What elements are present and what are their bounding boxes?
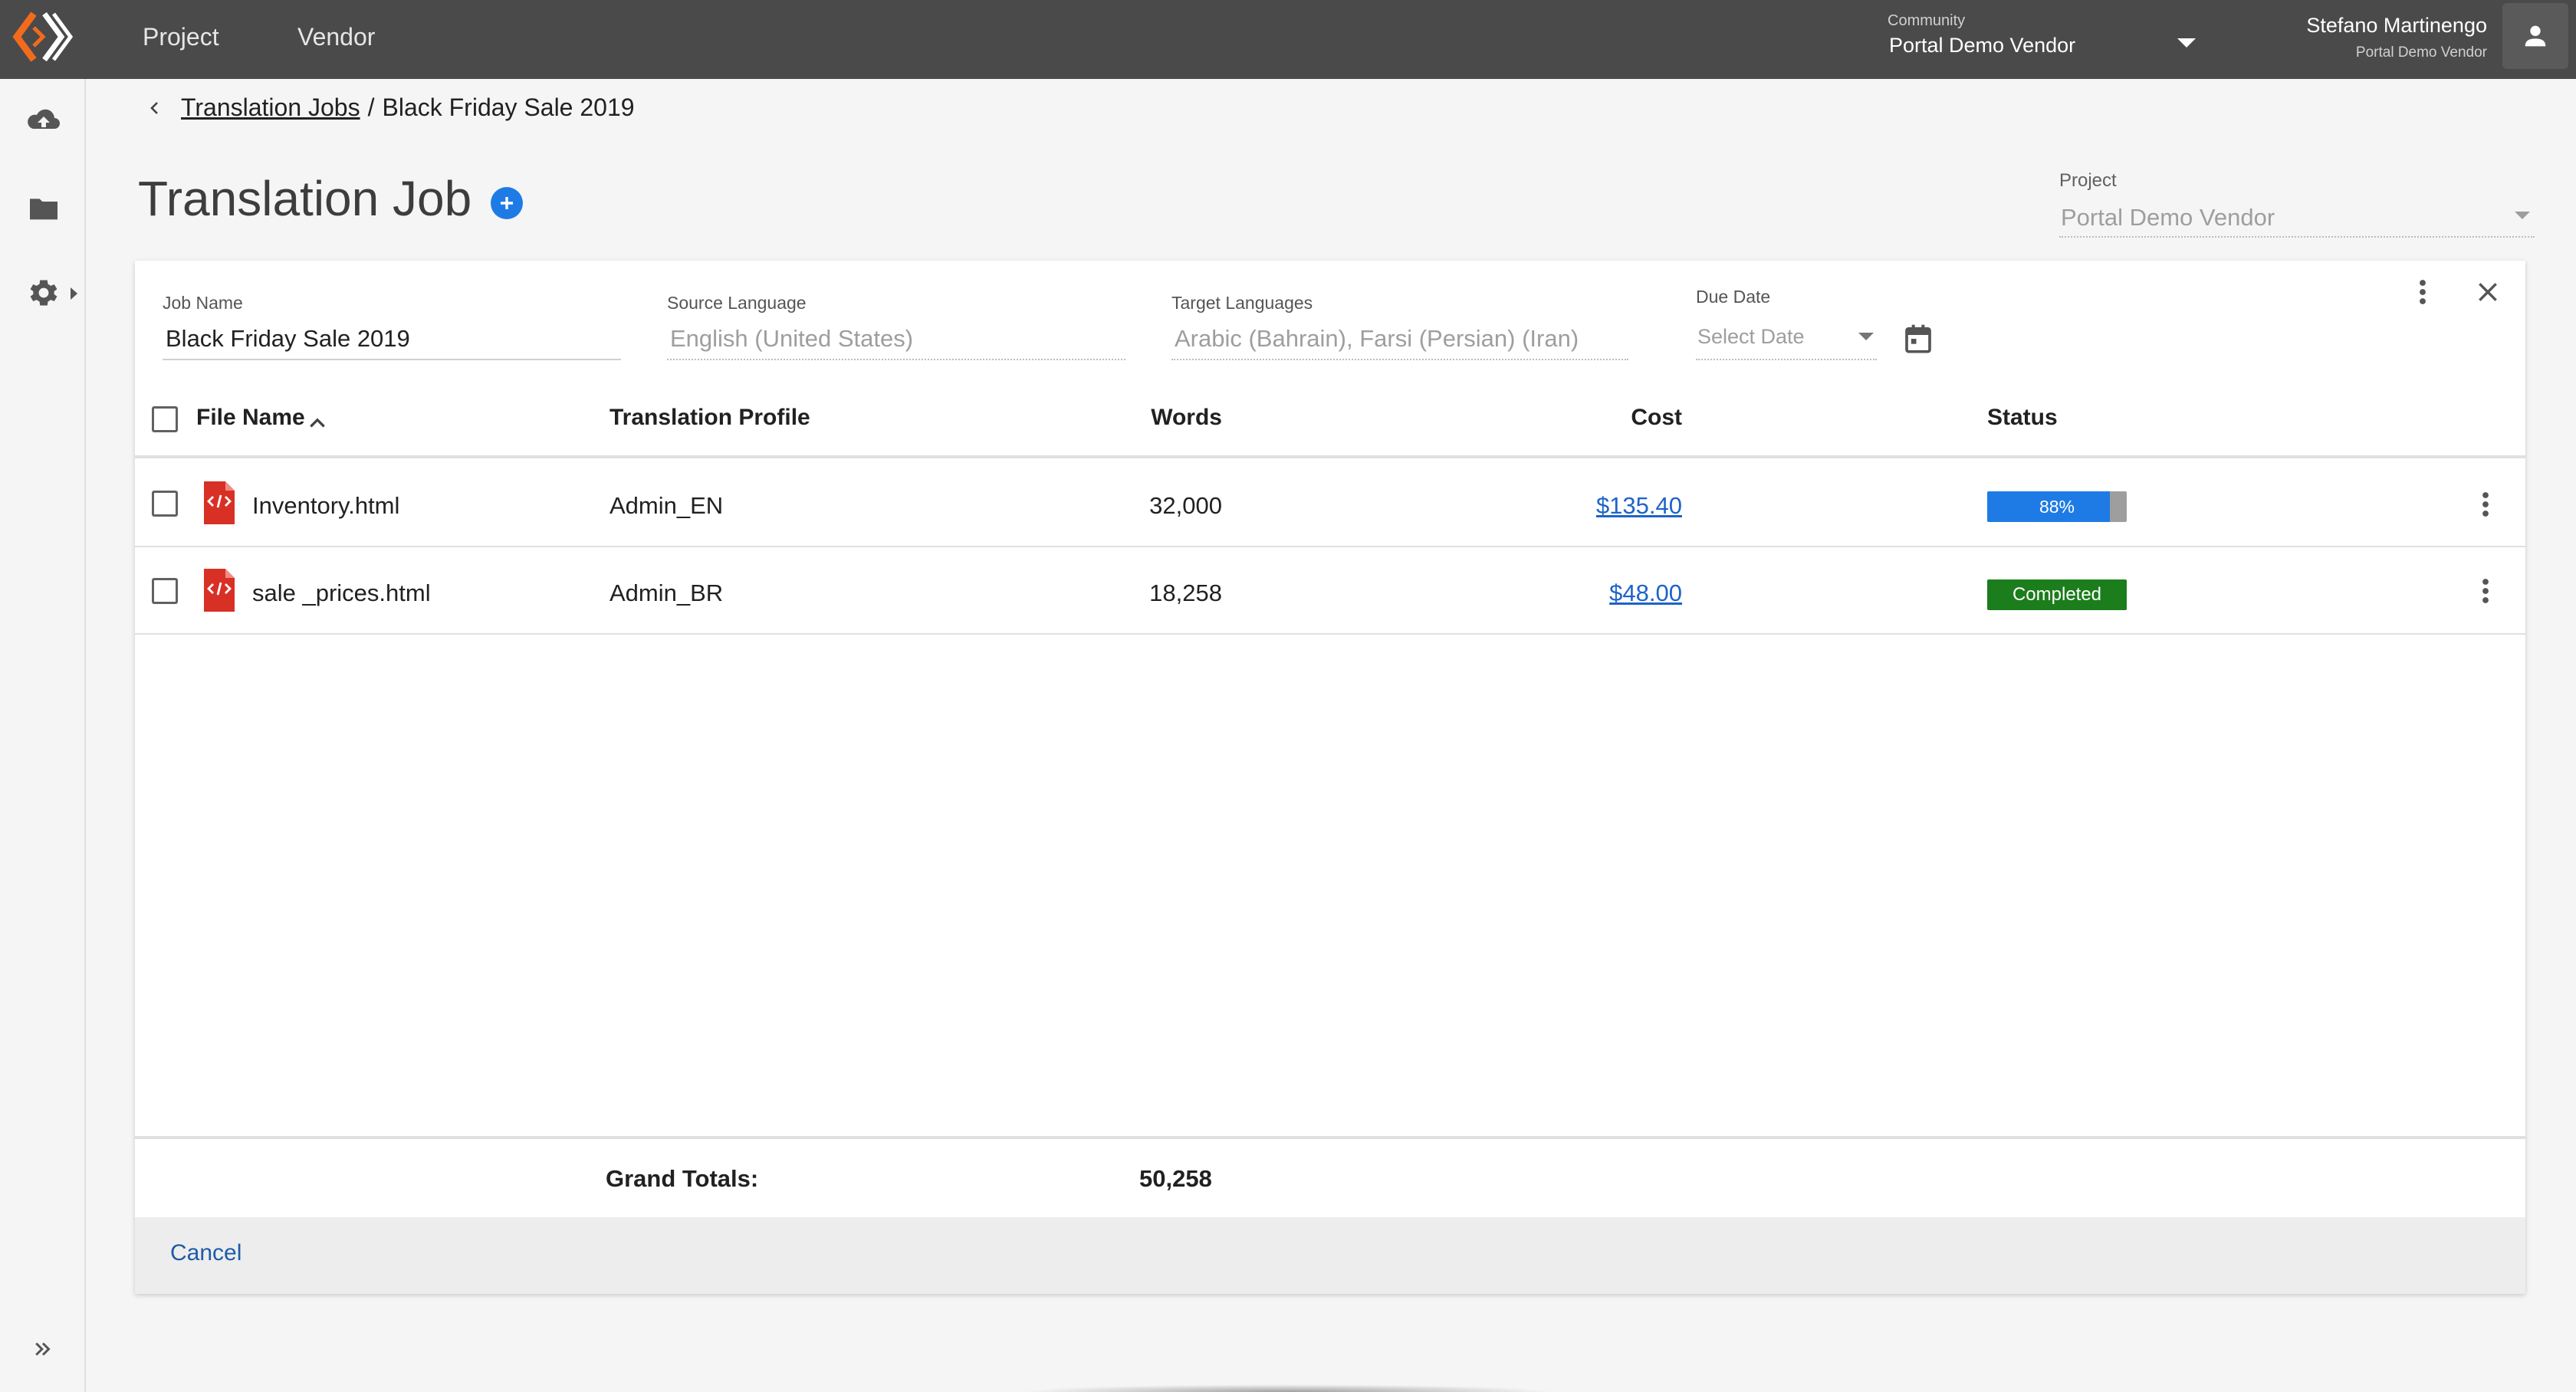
row-checkbox[interactable]	[152, 491, 178, 517]
sort-ascending-icon[interactable]	[305, 411, 330, 434]
word-count: 18,258	[1149, 579, 1222, 606]
nav-project[interactable]: Project	[143, 23, 219, 51]
project-dropdown-icon[interactable]	[2515, 212, 2530, 219]
user-name: Stefano Martinengo	[2306, 14, 2487, 37]
status-progress-bar[interactable]: 88%	[1987, 491, 2127, 522]
plus-icon	[501, 197, 513, 209]
breadcrumb-translation-jobs-link[interactable]: Translation Jobs	[181, 94, 360, 122]
progress-percent: 88%	[2039, 497, 2075, 517]
bottom-edge-shadow	[1020, 1384, 1556, 1392]
due-date-underline	[1696, 359, 1877, 360]
column-header-status[interactable]: Status	[1987, 405, 2058, 431]
due-date-label: Due Date	[1696, 287, 1771, 307]
file-name[interactable]: Inventory.html	[252, 492, 399, 520]
due-date-dropdown-icon[interactable]	[1858, 333, 1874, 340]
cost-link[interactable]: $48.00	[1609, 579, 1682, 606]
top-bar: Project Vendor Community Portal Demo Ven…	[0, 0, 2576, 79]
add-job-button[interactable]	[491, 187, 523, 219]
column-header-file-name[interactable]: File Name	[196, 405, 305, 431]
project-label: Project	[2059, 170, 2117, 191]
project-select-value: Portal Demo Vendor	[2061, 204, 2275, 231]
file-name[interactable]: sale _prices.html	[252, 579, 431, 607]
word-count: 32,000	[1149, 492, 1222, 519]
card-more-options-icon[interactable]	[2407, 273, 2438, 311]
breadcrumb-separator: /	[367, 94, 375, 121]
page-title: Translation Job	[138, 171, 472, 226]
cancel-button[interactable]: Cancel	[170, 1240, 242, 1266]
row-divider	[135, 633, 2525, 635]
row-more-options-icon[interactable]	[2470, 572, 2501, 610]
html-file-icon	[204, 569, 235, 612]
source-language-underline	[667, 359, 1125, 360]
person-icon	[2525, 25, 2546, 47]
select-all-checkbox[interactable]	[152, 406, 178, 432]
calendar-icon[interactable]	[1901, 320, 1935, 357]
card-footer	[135, 1217, 2525, 1294]
cost-cell: $48.00	[1457, 579, 1682, 607]
close-icon[interactable]	[2469, 273, 2507, 311]
job-name-underline	[163, 359, 621, 360]
double-chevron-right-icon[interactable]	[28, 1334, 58, 1364]
target-languages-underline	[1171, 359, 1628, 360]
translation-profile: Admin_EN	[610, 492, 724, 519]
job-name-input[interactable]: Black Friday Sale 2019	[166, 325, 410, 353]
gear-icon[interactable]	[25, 274, 63, 312]
app-logo[interactable]	[11, 5, 75, 69]
user-organization: Portal Demo Vendor	[2355, 44, 2487, 61]
totals-divider	[135, 1136, 2525, 1139]
settings-submenu-caret-icon[interactable]	[71, 287, 77, 300]
grand-totals-label: Grand Totals:	[606, 1165, 759, 1192]
translation-profile: Admin_BR	[610, 579, 724, 606]
row-more-options-icon[interactable]	[2470, 485, 2501, 524]
header-divider	[135, 455, 2525, 458]
source-language-field: English (United States)	[670, 325, 914, 352]
source-language-label: Source Language	[667, 293, 807, 313]
column-header-words[interactable]: Words	[1073, 405, 1222, 431]
grand-totals-words: 50,258	[1139, 1165, 1212, 1192]
job-name-label: Job Name	[163, 293, 243, 313]
nav-vendor[interactable]: Vendor	[297, 23, 375, 51]
sidebar	[0, 79, 86, 1392]
target-languages-field: Arabic (Bahrain), Farsi (Persian) (Iran)	[1175, 325, 1579, 352]
html-file-icon	[204, 481, 235, 524]
column-header-translation-profile[interactable]: Translation Profile	[610, 405, 810, 431]
cost-cell: $135.40	[1457, 492, 1682, 520]
breadcrumb: Translation Jobs / Black Friday Sale 201…	[146, 94, 635, 122]
breadcrumb-current: Black Friday Sale 2019	[382, 94, 635, 121]
row-checkbox[interactable]	[152, 578, 178, 604]
user-avatar-button[interactable]	[2502, 3, 2568, 69]
due-date-select[interactable]: Select Date	[1697, 325, 1805, 349]
community-dropdown-icon[interactable]	[2177, 38, 2196, 48]
row-divider	[135, 546, 2525, 547]
community-label: Community	[1888, 12, 1966, 29]
cloud-upload-icon[interactable]	[25, 102, 63, 140]
folder-icon[interactable]	[25, 189, 63, 228]
back-chevron-icon[interactable]	[146, 97, 164, 120]
target-languages-label: Target Languages	[1171, 293, 1313, 313]
column-header-cost[interactable]: Cost	[1457, 405, 1682, 431]
status-badge-completed: Completed	[1987, 579, 2127, 610]
cost-link[interactable]: $135.40	[1596, 492, 1682, 519]
community-select[interactable]: Portal Demo Vendor	[1889, 34, 2075, 57]
